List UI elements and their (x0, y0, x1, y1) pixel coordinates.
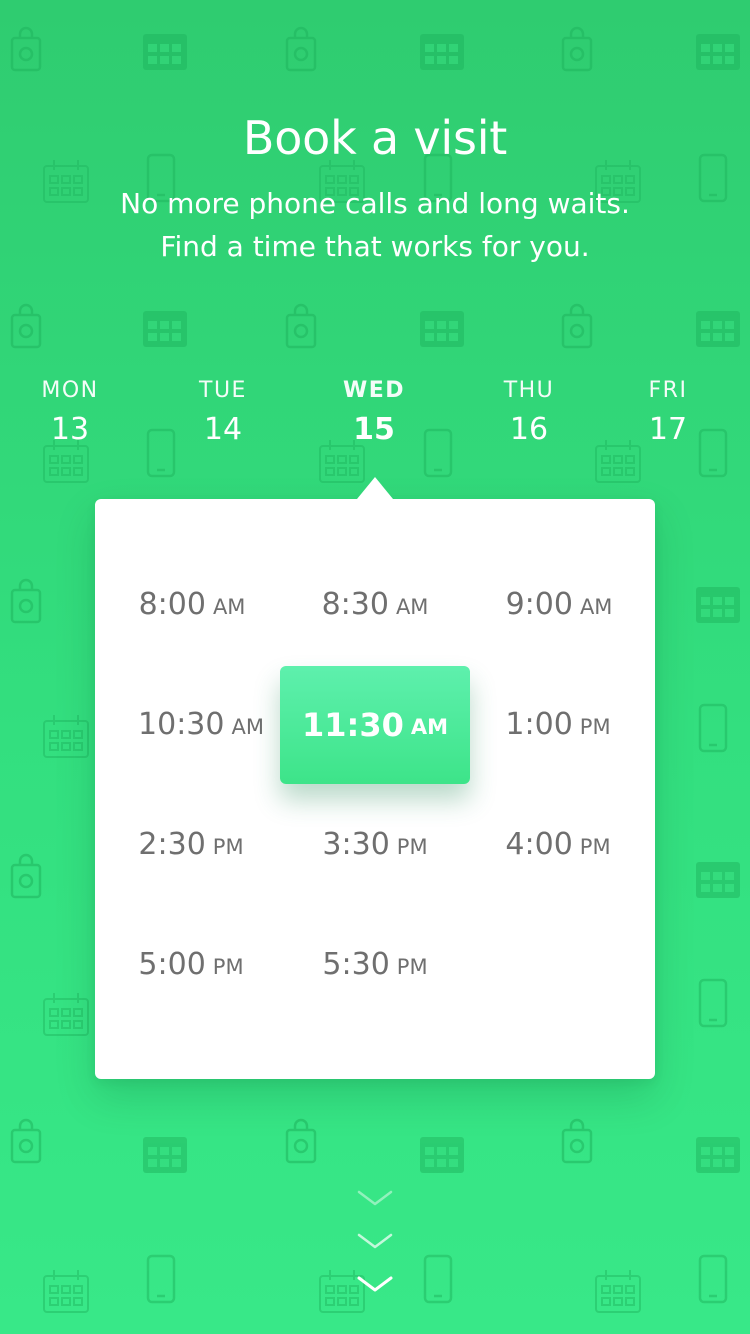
slot-time: 1:00 (505, 707, 573, 742)
time-slot[interactable]: 5:00 PM (96, 906, 286, 1024)
day-date: 13 (50, 412, 90, 447)
header: Book a visit No more phone calls and lon… (0, 108, 750, 268)
day-date: 15 (353, 412, 395, 447)
time-slot[interactable]: 5:30 PM (280, 906, 470, 1024)
day-of-week: WED (342, 378, 406, 403)
slot-period: AM (410, 714, 448, 739)
slot-time: 5:00 (138, 947, 206, 982)
time-slots-card: 8:00 AM 8:30 AM 9:00 AM 10:30 AM 11:30 A… (95, 499, 655, 1079)
day-tab-tue[interactable]: TUE 14 (168, 376, 278, 452)
chevron-down-icon (357, 1190, 393, 1206)
day-selector: MON 13 TUE 14 WED 15 THU 16 FRI 17 (0, 376, 750, 456)
time-slot[interactable]: 8:30 AM (280, 546, 470, 664)
day-of-week: FRI (648, 378, 688, 403)
day-tab-mon[interactable]: MON 13 (15, 376, 125, 452)
slot-period: PM (579, 714, 611, 739)
day-tab-fri[interactable]: FRI 17 (613, 376, 723, 452)
slot-time: 10:30 (138, 707, 225, 742)
day-tab-wed[interactable]: WED 15 (319, 376, 429, 452)
time-slot[interactable]: 1:00 PM (463, 666, 653, 784)
page-title: Book a visit (242, 111, 508, 165)
slot-time: 8:30 (321, 587, 389, 622)
time-slot-selected[interactable]: 11:30 AM (280, 666, 470, 784)
day-of-week: TUE (199, 378, 247, 403)
slot-time: 4:00 (505, 827, 573, 862)
slot-period: PM (212, 834, 244, 859)
time-slot[interactable]: 4:00 PM (463, 786, 653, 904)
day-of-week: THU (503, 378, 555, 403)
slot-time: 8:00 (138, 587, 206, 622)
slot-time: 9:00 (505, 587, 573, 622)
chevron-down-icon (357, 1276, 393, 1292)
scroll-down-hint[interactable] (355, 1188, 395, 1317)
time-slot[interactable]: 3:30 PM (280, 786, 470, 904)
day-of-week: MON (41, 378, 99, 403)
slot-period: PM (212, 954, 244, 979)
slot-period: AM (231, 714, 264, 739)
selected-day-pointer (357, 477, 393, 499)
day-date: 14 (203, 412, 243, 447)
page-subtitle: No more phone calls and long waits. Find… (0, 182, 750, 268)
subtitle-line-1: No more phone calls and long waits. (120, 187, 630, 220)
slot-period: PM (579, 834, 611, 859)
time-slot[interactable]: 2:30 PM (96, 786, 286, 904)
slot-period: PM (396, 954, 428, 979)
time-slot[interactable]: 10:30 AM (106, 666, 296, 784)
time-slot[interactable]: 9:00 AM (464, 546, 654, 664)
slot-period: PM (396, 834, 428, 859)
slot-time: 5:30 (322, 947, 390, 982)
time-slot[interactable]: 8:00 AM (97, 546, 287, 664)
subtitle-line-2: Find a time that works for you. (160, 230, 590, 263)
slot-time: 11:30 (301, 706, 404, 744)
chevron-down-icon (357, 1233, 393, 1249)
slot-period: AM (212, 594, 246, 619)
slot-period: AM (395, 594, 429, 619)
day-date: 16 (509, 412, 549, 447)
day-tab-thu[interactable]: THU 16 (474, 376, 584, 452)
day-date: 17 (648, 412, 688, 447)
slot-period: AM (579, 594, 613, 619)
slot-time: 3:30 (322, 827, 390, 862)
slot-time: 2:30 (138, 827, 206, 862)
